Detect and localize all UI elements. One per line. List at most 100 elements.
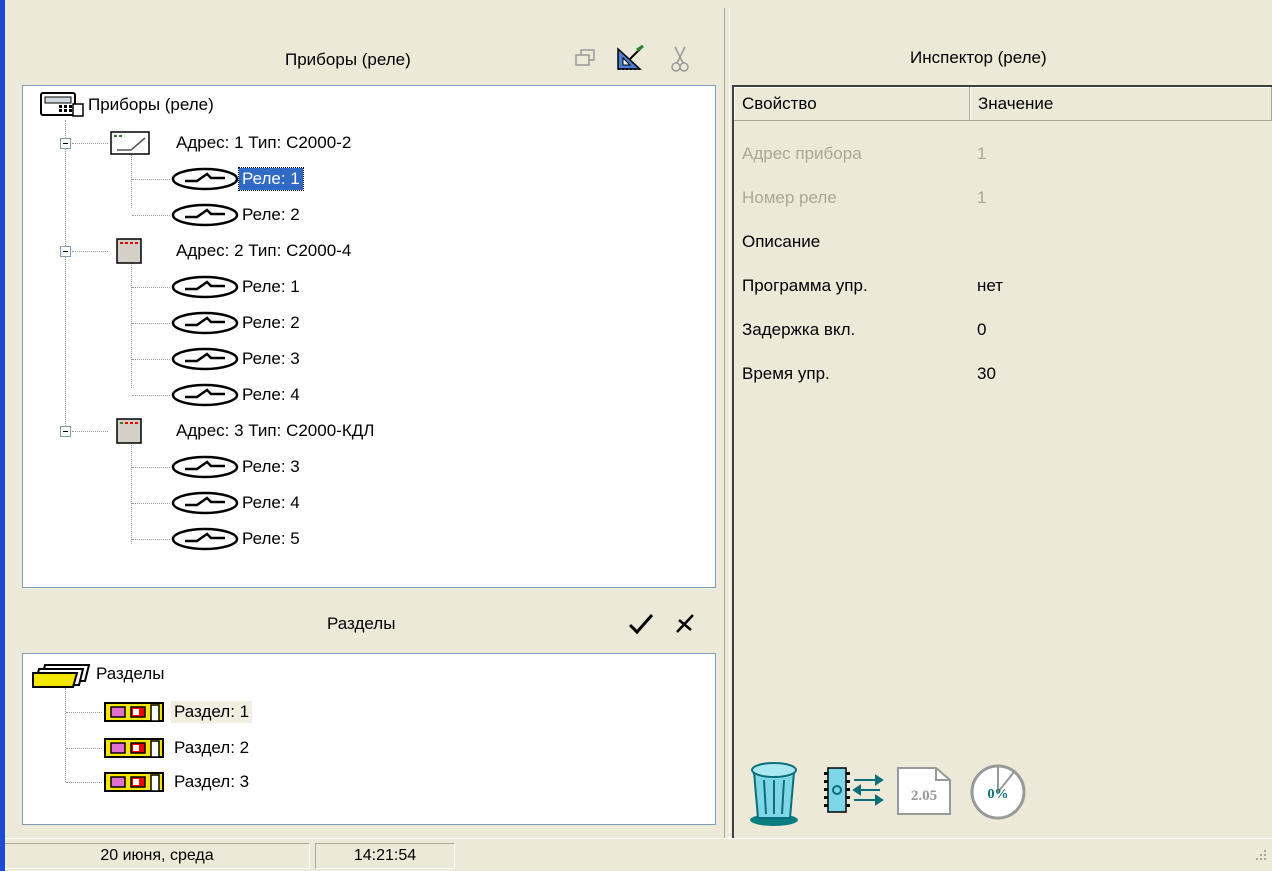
inspector-row[interactable]: Время упр. 30 (742, 359, 996, 389)
property-value: 30 (977, 364, 996, 383)
status-bar: 20 июня, среда 14:21:54 (5, 838, 1272, 871)
checkmark-icon[interactable] (627, 612, 655, 641)
relay-item[interactable]: Реле: 2 (171, 200, 303, 230)
relay-item[interactable]: Реле: 1 (171, 164, 304, 194)
relay-item[interactable]: Реле: 5 (171, 524, 303, 554)
relay-item[interactable]: Реле: 3 (171, 344, 303, 374)
column-header-property[interactable]: Свойство (734, 87, 970, 121)
devices-root-icon (40, 92, 84, 117)
tree-line (72, 251, 108, 252)
section-label: Раздел: 2 (174, 738, 250, 757)
tree-device-1[interactable]: Адрес: 1 Тип: С2000-2 (109, 128, 354, 158)
devices-tree[interactable]: Приборы (реле) Адрес: 1 Тип: С2000-2 Рел… (22, 85, 716, 588)
expander-device-3[interactable] (60, 426, 71, 437)
gauge-label: 0% (988, 787, 1009, 802)
property-name: Задержка вкл. (742, 320, 856, 339)
tree-line (132, 503, 170, 504)
panel-splitter[interactable] (724, 8, 730, 838)
relay-label: Реле: 5 (242, 529, 300, 548)
tree-line (66, 748, 102, 749)
relay-icon (171, 347, 239, 371)
relay-icon (171, 491, 239, 515)
scissors-icon[interactable] (669, 45, 691, 78)
relay-item[interactable]: Реле: 4 (171, 380, 303, 410)
tree-line (132, 179, 170, 180)
version-doc-icon[interactable]: 2.05 (896, 766, 954, 821)
inspector-row[interactable]: Программа упр. нет (742, 271, 1003, 301)
cross-icon[interactable] (673, 612, 697, 641)
relay-label: Реле: 1 (242, 277, 300, 296)
tree-line (132, 467, 170, 468)
inspector-row[interactable]: Описание (742, 227, 977, 257)
devices-panel-title: Приборы (реле) (285, 50, 411, 69)
tree-root-label: Приборы (реле) (88, 95, 214, 114)
relay-label: Реле: 2 (242, 205, 300, 224)
c2000-4-device-icon (116, 238, 142, 264)
device-label: Адрес: 2 Тип: С2000-4 (176, 241, 352, 260)
chip-transfer-icon[interactable] (822, 766, 884, 821)
relay-item[interactable]: Реле: 4 (171, 488, 303, 518)
device-label: Адрес: 3 Тип: С2000-КДЛ (176, 421, 375, 440)
relay-icon (171, 167, 239, 191)
relay-label: Реле: 2 (242, 313, 300, 332)
tree-line (132, 323, 170, 324)
status-time-text: 14:21:54 (353, 847, 417, 864)
column-header-value[interactable]: Значение (970, 87, 1272, 121)
tree-line (132, 395, 170, 396)
column-header-value-label: Значение (978, 93, 1054, 113)
version-label: 2.05 (911, 788, 937, 804)
relay-icon (171, 311, 239, 335)
section-label: Раздел: 1 (171, 701, 253, 723)
relay-label: Реле: 3 (242, 349, 300, 368)
resize-grip-icon[interactable] (1254, 848, 1268, 867)
inspector-row[interactable]: Адрес прибора 1 (742, 139, 986, 169)
section-item[interactable]: Раздел: 1 (103, 697, 253, 727)
section-item[interactable]: Раздел: 3 (103, 767, 252, 797)
tree-line (132, 287, 170, 288)
window-edge (0, 0, 5, 871)
property-value: 1 (977, 144, 987, 163)
progress-gauge-icon[interactable]: 0% (968, 762, 1030, 827)
tree-line (132, 539, 170, 540)
relay-icon (171, 455, 239, 479)
inspector-title: Инспектор (реле) (910, 48, 1047, 67)
column-header-property-label: Свойство (742, 93, 817, 113)
windows-icon[interactable] (573, 47, 597, 74)
relay-label: Реле: 3 (242, 457, 300, 476)
property-name: Время упр. (742, 364, 830, 383)
sections-tree[interactable]: Разделы Раздел: 1 Раздел: 2 Раздел: 3 (22, 653, 716, 825)
set-square-icon[interactable] (615, 44, 645, 77)
tree-line (72, 431, 108, 432)
trash-icon[interactable] (748, 758, 802, 833)
c2000-2-device-icon (110, 131, 150, 155)
c2000-kdl-device-icon (116, 418, 142, 444)
tree-line (131, 154, 132, 208)
inspector-grid[interactable]: Свойство Значение Адрес прибора 1 Номер … (732, 85, 1272, 748)
property-name: Номер реле (742, 188, 837, 207)
status-date: 20 июня, среда (5, 843, 310, 869)
property-name: Программа упр. (742, 276, 868, 295)
section-item[interactable]: Раздел: 2 (103, 733, 252, 763)
inspector-row[interactable]: Номер реле 1 (742, 183, 986, 213)
tree-device-2[interactable]: Адрес: 2 Тип: С2000-4 (109, 236, 354, 266)
inspector-row[interactable]: Задержка вкл. 0 (742, 315, 986, 345)
relay-icon (171, 527, 239, 551)
tree-line (132, 359, 170, 360)
inspector-header: Инспектор (реле) (731, 34, 1272, 82)
relay-item[interactable]: Реле: 1 (171, 272, 303, 302)
sections-panel-title: Разделы (327, 614, 396, 633)
relay-item[interactable]: Реле: 2 (171, 308, 303, 338)
section-icon (104, 772, 164, 792)
expander-device-1[interactable] (60, 138, 71, 149)
tree-root-sections[interactable]: Разделы (31, 659, 167, 689)
relay-item[interactable]: Реле: 3 (171, 452, 303, 482)
section-icon (104, 738, 164, 758)
expander-device-2[interactable] (60, 246, 71, 257)
tree-device-3[interactable]: Адрес: 3 Тип: С2000-КДЛ (109, 416, 377, 446)
tree-root-devices[interactable]: Приборы (реле) (39, 90, 217, 120)
status-empty (460, 843, 1265, 869)
relay-label: Реле: 4 (242, 493, 300, 512)
tree-line (131, 442, 132, 544)
tree-line (72, 143, 108, 144)
tree-line (132, 215, 170, 216)
